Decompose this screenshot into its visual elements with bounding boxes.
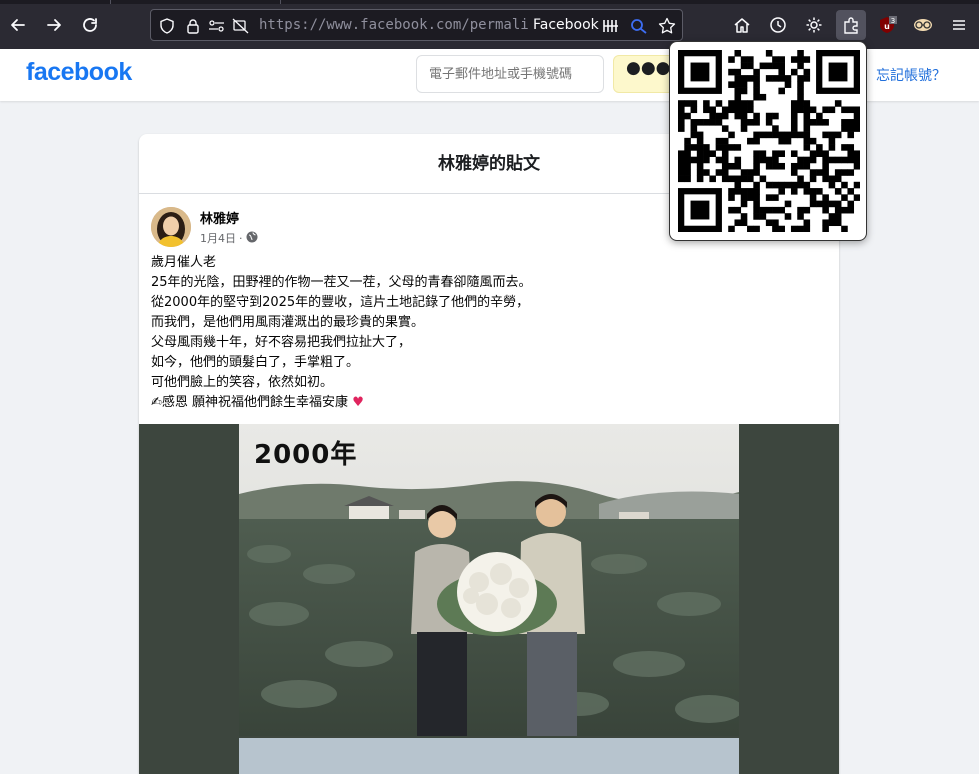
post-line: 而我們，是他們用風雨灌溉出的最珍貴的果實。 bbox=[151, 315, 425, 330]
page-title-in-urlbar: Facebook bbox=[533, 17, 599, 33]
post-line: 從2000年的堅守到2025年的豐收，這片土地記錄了他們的辛勞， bbox=[151, 295, 530, 310]
globe-icon bbox=[246, 231, 258, 246]
post-date[interactable]: 1月4日 bbox=[200, 230, 236, 246]
reader-glasses-icon[interactable] bbox=[908, 10, 938, 40]
qr-code bbox=[678, 50, 860, 232]
facebook-logo[interactable]: facebook bbox=[26, 58, 132, 87]
post-line: 25年的光陰，田野裡的作物一茬又一茬，父母的青春卻隨風而去。 bbox=[151, 275, 532, 290]
menu-icon[interactable] bbox=[944, 10, 974, 40]
settings-icon[interactable] bbox=[799, 10, 829, 40]
reload-icon[interactable] bbox=[78, 13, 102, 37]
history-icon[interactable] bbox=[763, 10, 793, 40]
forgot-account-link[interactable]: 忘記帳號？ bbox=[876, 65, 946, 85]
url-text[interactable]: https://www.facebook.com/permalink bbox=[259, 17, 529, 33]
qr-code-popup[interactable] bbox=[669, 41, 867, 241]
post-line: 如今，他們的頭髮白了，手掌粗了。 bbox=[151, 355, 360, 370]
extensions-icon[interactable] bbox=[836, 10, 866, 40]
meta-separator: · bbox=[239, 231, 243, 245]
post-meta: 1月4日 · bbox=[200, 230, 258, 246]
photo-caption: 2000年 bbox=[254, 440, 358, 470]
post-line-text: 感恩 願神祝福他們餘生幸福安康 bbox=[161, 395, 349, 410]
post-line: 歲月催人老 bbox=[151, 255, 217, 270]
permissions-icon[interactable] bbox=[207, 16, 227, 36]
camera-blocked-icon[interactable] bbox=[231, 16, 251, 36]
next-photo[interactable] bbox=[239, 738, 739, 774]
extension-badge-text: 3 bbox=[891, 17, 895, 25]
ublock-icon[interactable]: u3 bbox=[872, 10, 902, 40]
post-image-area[interactable]: 2000年 bbox=[139, 424, 839, 774]
heart-icon: ♥ bbox=[352, 395, 364, 410]
lock-icon[interactable] bbox=[183, 16, 203, 36]
writing-hand-icon: ✍ bbox=[151, 395, 162, 410]
email-field[interactable] bbox=[416, 55, 604, 93]
search-lens-icon[interactable] bbox=[629, 16, 649, 36]
shield-icon[interactable] bbox=[157, 16, 177, 36]
author-name[interactable]: 林雅婷 bbox=[200, 208, 239, 227]
post-line: 父母風雨幾十年，好不容易把我們拉扯大了， bbox=[151, 335, 412, 350]
home-icon[interactable] bbox=[727, 10, 757, 40]
url-bar[interactable]: https://www.facebook.com/permalink Faceb… bbox=[150, 9, 683, 41]
reader-icon[interactable] bbox=[601, 16, 621, 36]
post-line-last: ✍感恩 願神祝福他們餘生幸福安康 ♥ bbox=[151, 393, 821, 413]
forward-icon[interactable] bbox=[42, 13, 66, 37]
avatar[interactable] bbox=[151, 207, 191, 247]
tab-strip bbox=[0, 0, 979, 4]
back-icon[interactable] bbox=[6, 13, 30, 37]
post-photo[interactable]: 2000年 bbox=[239, 424, 739, 736]
post-line: 可他們臉上的笑容，依然如初。 bbox=[151, 375, 334, 390]
post-text: 歲月催人老 25年的光陰，田野裡的作物一茬又一茬，父母的青春卻隨風而去。 從20… bbox=[151, 253, 821, 413]
star-icon[interactable] bbox=[657, 16, 677, 36]
